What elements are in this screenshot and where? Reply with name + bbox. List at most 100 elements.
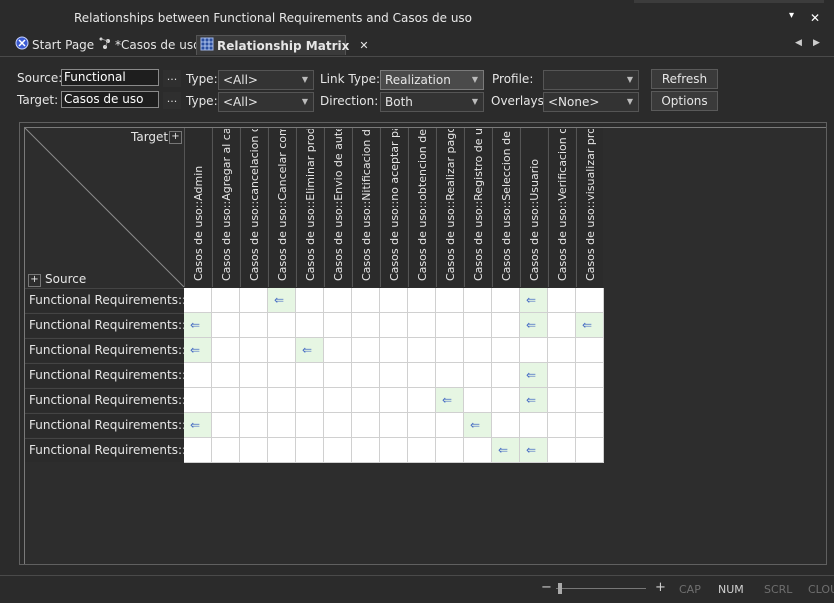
target-field[interactable]: Casos de uso <box>61 91 159 108</box>
matrix-cell[interactable] <box>352 438 380 463</box>
matrix-cell[interactable] <box>296 388 324 413</box>
matrix-cell[interactable] <box>380 288 408 313</box>
matrix-cell[interactable] <box>436 363 464 388</box>
matrix-cell[interactable] <box>548 313 576 338</box>
matrix-cell[interactable] <box>324 338 352 363</box>
refresh-button[interactable]: Refresh <box>651 69 718 89</box>
matrix-cell[interactable] <box>296 438 324 463</box>
column-header[interactable]: Casos de uso::Agregar al carrito <box>212 128 239 287</box>
matrix-cell[interactable] <box>184 288 212 313</box>
matrix-cell[interactable] <box>240 388 268 413</box>
zoom-out-button[interactable]: − <box>541 580 552 595</box>
matrix-cell[interactable] <box>240 438 268 463</box>
matrix-cell[interactable] <box>380 413 408 438</box>
matrix-cell[interactable] <box>212 288 240 313</box>
matrix-cell-related[interactable]: ⇐ <box>464 413 492 438</box>
matrix-cell[interactable] <box>240 288 268 313</box>
tab-scroll-left-icon[interactable]: ◀ <box>795 38 802 48</box>
column-header[interactable]: Casos de uso::visualizar producto <box>576 128 603 287</box>
matrix-cell[interactable] <box>296 413 324 438</box>
matrix-cell[interactable] <box>548 388 576 413</box>
row-header[interactable]: Functional Requirements::... <box>25 313 184 337</box>
matrix-cell[interactable] <box>548 288 576 313</box>
column-header[interactable]: Casos de uso::cancelacion de pedido <box>240 128 267 287</box>
matrix-cell[interactable] <box>408 438 436 463</box>
column-header[interactable]: Casos de uso::obtencion de datos <box>408 128 435 287</box>
matrix-cell[interactable] <box>268 338 296 363</box>
matrix-cell[interactable] <box>324 313 352 338</box>
tab-relationship-matrix[interactable]: Relationship Matrix ✕ <box>196 35 369 55</box>
column-header[interactable]: Casos de uso::no aceptar pagos <box>380 128 407 287</box>
matrix-cell[interactable] <box>408 288 436 313</box>
options-button[interactable]: Options <box>651 91 718 111</box>
matrix-cell-related[interactable]: ⇐ <box>184 338 212 363</box>
matrix-cell[interactable] <box>492 288 520 313</box>
matrix-cell[interactable] <box>492 338 520 363</box>
matrix-cell[interactable] <box>576 388 604 413</box>
column-header[interactable]: Casos de uso::Eliminar producto <box>296 128 323 287</box>
matrix-cell[interactable] <box>240 363 268 388</box>
matrix-cell-related[interactable]: ⇐ <box>576 313 604 338</box>
matrix-cell[interactable] <box>352 338 380 363</box>
source-browse-button[interactable]: ... <box>163 70 181 87</box>
matrix-cell[interactable] <box>436 413 464 438</box>
matrix-cell[interactable] <box>212 438 240 463</box>
tab-scroll-right-icon[interactable]: ▶ <box>813 38 820 48</box>
matrix-cell[interactable] <box>408 363 436 388</box>
target-browse-button[interactable]: ... <box>163 92 181 109</box>
matrix-cell[interactable] <box>212 388 240 413</box>
matrix-cell[interactable] <box>436 338 464 363</box>
matrix-cell[interactable] <box>296 313 324 338</box>
window-menu-icon[interactable]: ▾ <box>789 10 794 21</box>
column-header[interactable]: Casos de uso::Realizar pagos <box>436 128 463 287</box>
column-header[interactable]: Casos de uso::Usuario <box>520 128 547 287</box>
matrix-cell-related[interactable]: ⇐ <box>520 313 548 338</box>
matrix-cell[interactable] <box>576 288 604 313</box>
matrix-cell[interactable] <box>324 363 352 388</box>
matrix-cell[interactable] <box>184 388 212 413</box>
column-header[interactable]: Casos de uso::Seleccion de producto <box>492 128 519 287</box>
matrix-cell[interactable] <box>576 438 604 463</box>
row-header[interactable]: Functional Requirements::... <box>25 288 184 312</box>
matrix-cell[interactable] <box>352 288 380 313</box>
matrix-cell[interactable] <box>212 338 240 363</box>
matrix-cell-related[interactable]: ⇐ <box>296 338 324 363</box>
profile-select[interactable]: ▼ <box>543 70 639 90</box>
matrix-cell[interactable] <box>380 363 408 388</box>
column-header[interactable]: Casos de uso::Admin <box>184 128 211 287</box>
zoom-slider-handle[interactable] <box>558 583 562 594</box>
matrix-cell[interactable] <box>464 388 492 413</box>
matrix-cell[interactable] <box>380 438 408 463</box>
matrix-cell[interactable] <box>520 413 548 438</box>
row-header[interactable]: Functional Requirements::... <box>25 388 184 412</box>
matrix-cell[interactable] <box>324 438 352 463</box>
matrix-cell-related[interactable]: ⇐ <box>268 288 296 313</box>
matrix-cell[interactable] <box>464 363 492 388</box>
matrix-cell[interactable] <box>268 313 296 338</box>
column-header[interactable]: Casos de uso::Registro de usuario <box>464 128 491 287</box>
row-header[interactable]: Functional Requirements::... <box>25 438 184 462</box>
row-header[interactable]: Functional Requirements::... <box>25 413 184 437</box>
matrix-cell[interactable] <box>464 438 492 463</box>
matrix-cell[interactable] <box>548 438 576 463</box>
row-header[interactable]: Functional Requirements::I... <box>25 363 184 387</box>
window-close-icon[interactable]: ✕ <box>810 11 820 25</box>
matrix-cell[interactable] <box>268 438 296 463</box>
matrix-cell[interactable] <box>212 313 240 338</box>
matrix-cell[interactable] <box>324 288 352 313</box>
matrix-cell-related[interactable]: ⇐ <box>184 413 212 438</box>
matrix-cell[interactable] <box>548 363 576 388</box>
matrix-cell[interactable] <box>240 338 268 363</box>
zoom-slider[interactable] <box>556 588 646 589</box>
column-header[interactable]: Casos de uso::Verificacion compra <box>548 128 575 287</box>
matrix-cell[interactable] <box>492 313 520 338</box>
source-expand-button[interactable]: + <box>28 274 41 287</box>
direction-select[interactable]: Both ▼ <box>380 92 484 112</box>
overlays-select[interactable]: <None> ▼ <box>543 92 639 112</box>
matrix-cell[interactable] <box>408 313 436 338</box>
matrix-cell[interactable] <box>352 413 380 438</box>
tab-start-page[interactable]: Start Page <box>15 35 94 54</box>
zoom-in-button[interactable]: + <box>655 580 666 595</box>
matrix-cell-related[interactable]: ⇐ <box>436 388 464 413</box>
matrix-cell-related[interactable]: ⇐ <box>492 438 520 463</box>
